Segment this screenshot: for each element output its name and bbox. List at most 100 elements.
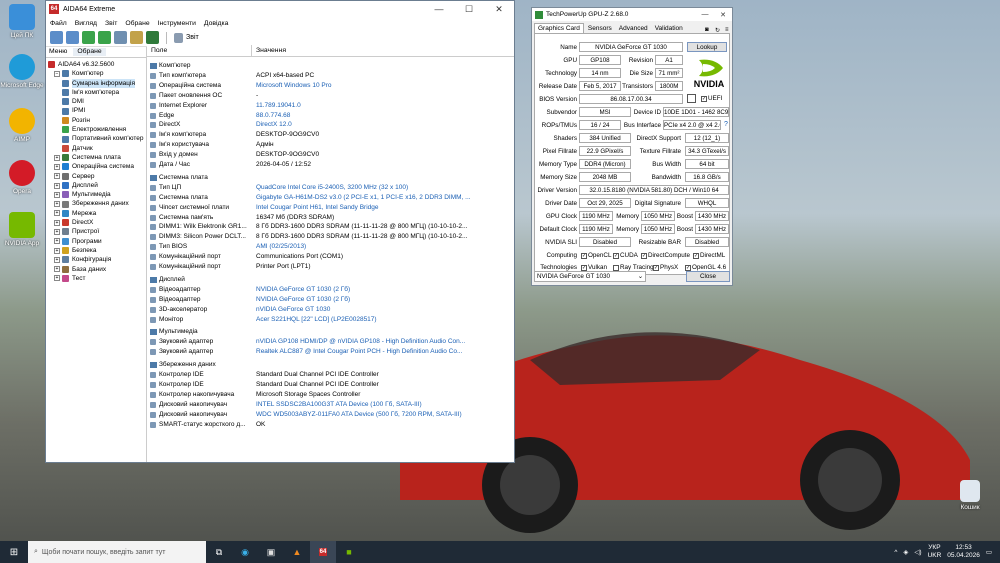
list-item[interactable]: Пакет оновлення ОС -: [147, 91, 514, 101]
tree-item[interactable]: Датчик: [48, 144, 146, 153]
tree-item[interactable]: + Сервер: [48, 172, 146, 181]
tree-item[interactable]: + Дисплей: [48, 181, 146, 190]
tree-item[interactable]: Ім'я комп'ютера: [48, 88, 146, 97]
camera-icon[interactable]: ◙: [702, 26, 709, 33]
tree-item[interactable]: + Конфігурація: [48, 255, 146, 264]
card-select[interactable]: NVIDIA GeForce GT 1030 ⌄: [534, 271, 646, 282]
field-value[interactable]: DirectX 12.0: [252, 120, 512, 130]
taskbar-aida64[interactable]: 64: [310, 541, 336, 563]
list-item[interactable]: Дисковий накопичувач WDC WD5003ABYZ-011FA…: [147, 410, 514, 420]
list-item[interactable]: Internet Explorer 11.789.19041.0: [147, 101, 514, 111]
tab-graphics-card[interactable]: Graphics Card: [534, 23, 584, 33]
tree-item[interactable]: + Безпека: [48, 246, 146, 255]
taskbar-gpuz[interactable]: ▲: [284, 541, 310, 563]
gpuz-close-button[interactable]: ✕: [714, 11, 732, 19]
field-value[interactable]: Intel Cougar Point H61, Intel Sandy Brid…: [252, 203, 512, 213]
field-value[interactable]: 11.789.19041.0: [252, 101, 512, 111]
tree-item[interactable]: DMI: [48, 97, 146, 106]
tab-favorites[interactable]: Обране: [73, 48, 106, 56]
tech-physx-checkbox[interactable]: ✓ PhysX: [653, 264, 678, 271]
field-value[interactable]: NVIDIA GeForce GT 1030 (2 Гб): [252, 285, 512, 295]
expand-icon[interactable]: +: [54, 238, 60, 245]
tree-item[interactable]: + Тест: [48, 274, 146, 283]
field-value[interactable]: Acer S221HQL [22" LCD] (LP2E0028517): [252, 315, 512, 325]
tree-item[interactable]: Портативний комп'ютер: [48, 134, 146, 143]
list-item[interactable]: Дата / Час 2026-04-05 / 12:52: [147, 160, 514, 170]
share-icon[interactable]: [687, 94, 696, 103]
menu-view[interactable]: Вигляд: [75, 20, 97, 27]
monitor-icon[interactable]: [146, 31, 159, 44]
network-tray-icon[interactable]: ◈: [903, 548, 908, 556]
tech-vulkan-checkbox[interactable]: ✓ Vulkan: [581, 264, 607, 271]
expand-icon[interactable]: +: [54, 191, 60, 198]
expand-icon[interactable]: +: [54, 256, 60, 263]
list-item[interactable]: DIMM3: Silicon Power DCLT... 8 Гб DDR3-16…: [147, 232, 514, 242]
taskbar-store[interactable]: ▣: [258, 541, 284, 563]
list-item[interactable]: Звуковий адаптер nVIDIA GP108 HDMI/DP @ n…: [147, 337, 514, 347]
task-view-button[interactable]: ⧉: [206, 541, 232, 563]
list-item[interactable]: Звуковий адаптер Realtek ALC887 @ Intel C…: [147, 347, 514, 357]
tech-opengl-checkbox[interactable]: ✓ OpenGL 4.6: [685, 264, 726, 271]
desktop-icon-edge[interactable]: Microsoft Edge: [0, 54, 44, 89]
list-item[interactable]: Вхід у домен DESKTOP-9OG9CV0: [147, 150, 514, 160]
list-item[interactable]: Системна пам'ять 16347 Мб (DDR3 SDRAM): [147, 213, 514, 223]
start-button[interactable]: ⊞: [0, 541, 28, 563]
lookup-button[interactable]: Lookup: [687, 42, 727, 52]
forward-arrow-icon[interactable]: [66, 31, 79, 44]
field-value[interactable]: nVIDIA GP108 HDMI/DP @ nVIDIA GP108 - Hi…: [252, 337, 512, 347]
list-item[interactable]: Ім'я комп'ютера DESKTOP-9OG9CV0: [147, 130, 514, 140]
tree-item[interactable]: + Мультимедіа: [48, 190, 146, 199]
language-indicator[interactable]: УКР UKR: [928, 544, 942, 560]
list-item[interactable]: DirectX DirectX 12.0: [147, 120, 514, 130]
field-value[interactable]: 88.0.774.68: [252, 111, 512, 121]
menu-help[interactable]: Довідка: [204, 20, 228, 27]
expand-icon[interactable]: +: [54, 275, 60, 282]
column-value[interactable]: Значення: [252, 45, 286, 56]
list-item[interactable]: Тип BIOS AMI (02/25/2013): [147, 242, 514, 252]
list-item[interactable]: Комунікаційний порт Communications Port (…: [147, 252, 514, 262]
computing-cuda-checkbox[interactable]: ✓ CUDA: [613, 252, 638, 259]
field-value[interactable]: nVIDIA GeForce GT 1030: [252, 305, 512, 315]
list-item[interactable]: Чіпсет системної плати Intel Cougar Point…: [147, 203, 514, 213]
tree-item[interactable]: + Мережа: [48, 209, 146, 218]
field-value[interactable]: INTEL SSDSC2BA100G3T ATA Device (100 Гб,…: [252, 400, 512, 410]
gpuz-titlebar[interactable]: TechPowerUp GPU-Z 2.68.0 — ✕: [532, 8, 732, 21]
computing-directcompute-checkbox[interactable]: ✓ DirectCompute: [641, 252, 690, 259]
list-item[interactable]: Ім'я користувача Адмін: [147, 140, 514, 150]
tech-ray-tracing-checkbox[interactable]: Ray Tracing: [613, 264, 654, 271]
tree-item[interactable]: Розгін: [48, 116, 146, 125]
list-item[interactable]: Відеоадаптер NVIDIA GeForce GT 1030 (2 Гб…: [147, 295, 514, 305]
expand-icon[interactable]: +: [54, 182, 60, 189]
tab-advanced[interactable]: Advanced: [616, 24, 651, 33]
tree-item[interactable]: Електроживлення: [48, 125, 146, 134]
refresh-icon[interactable]: ↻: [712, 26, 720, 34]
list-item[interactable]: SMART-статус жорсткого д... OK: [147, 420, 514, 430]
expand-icon[interactable]: +: [54, 210, 60, 217]
list-item[interactable]: Відеоадаптер NVIDIA GeForce GT 1030 (2 Гб…: [147, 285, 514, 295]
field-value[interactable]: NVIDIA GeForce GT 1030 (2 Гб): [252, 295, 512, 305]
tray-chevron-icon[interactable]: ^: [894, 549, 897, 556]
desktop-icon-aimp[interactable]: AIMP: [0, 108, 44, 143]
computing-directml-checkbox[interactable]: ✓ DirectML: [693, 252, 725, 259]
field-value[interactable]: QuadCore Intel Core i5-2400S, 3200 MHz (…: [252, 183, 512, 193]
uefi-checkbox[interactable]: ✓ UEFI: [701, 95, 722, 102]
collapse-icon[interactable]: −: [54, 70, 60, 77]
list-item[interactable]: Операційна система Microsoft Windows 10 P…: [147, 81, 514, 91]
field-value[interactable]: Realtek ALC887 @ Intel Cougar Point PCH …: [252, 347, 512, 357]
field-value[interactable]: WDC WD5003ABYZ-011FA0 ATA Device (500 Гб…: [252, 410, 512, 420]
list-item[interactable]: Контролер IDE Standard Dual Channel PCI I…: [147, 370, 514, 380]
minimize-button[interactable]: —: [424, 4, 454, 15]
list-item[interactable]: Контролер накопичувача Microsoft Storage …: [147, 390, 514, 400]
tree-item[interactable]: + Операційна система: [48, 162, 146, 171]
refresh-icon[interactable]: [98, 31, 111, 44]
list-item[interactable]: Системна плата Gigabyte GA-H61M-DS2 v3.0 …: [147, 193, 514, 203]
expand-icon[interactable]: +: [54, 154, 60, 161]
desktop-icon-opera[interactable]: Opera: [0, 160, 44, 195]
tab-sensors[interactable]: Sensors: [585, 24, 615, 33]
tree-item[interactable]: Сумарна інформація: [48, 78, 146, 88]
tree-item[interactable]: + База даних: [48, 265, 146, 274]
expand-icon[interactable]: +: [54, 228, 60, 235]
menu-report[interactable]: Звіт: [105, 20, 117, 27]
taskbar-edge[interactable]: ◉: [232, 541, 258, 563]
tree-item[interactable]: − Комп'ютер: [48, 69, 146, 78]
